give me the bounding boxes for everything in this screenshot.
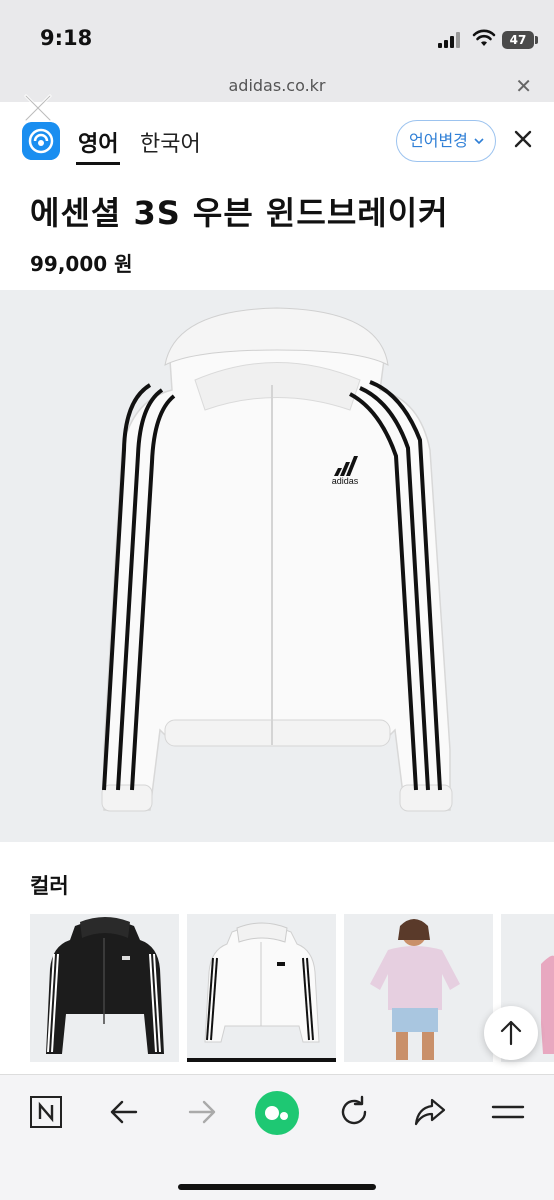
- product-main-image[interactable]: adidas: [0, 290, 554, 842]
- back-arrow-icon[interactable]: [104, 1092, 144, 1132]
- white-jacket-illustration: adidas: [101, 307, 453, 812]
- color-option-black[interactable]: [30, 914, 179, 1062]
- tab-target-language[interactable]: 한국어: [140, 126, 201, 158]
- change-language-button[interactable]: 언어변경: [396, 120, 496, 162]
- product-title: 에센셜 3S 우븐 윈드브레이커: [30, 194, 449, 232]
- cellular-signal-icon: [438, 32, 464, 48]
- translator-logo-icon: [22, 122, 60, 160]
- wifi-icon: [472, 29, 496, 46]
- product-price: 99,000 원: [30, 252, 133, 276]
- url-text[interactable]: adidas.co.kr: [0, 76, 554, 95]
- change-language-label: 언어변경: [409, 131, 468, 150]
- color-option-white[interactable]: [187, 914, 336, 1062]
- pink-jacket-thumbnail: [370, 919, 460, 1060]
- battery-tip: [535, 36, 538, 44]
- black-jacket-thumbnail: [46, 917, 164, 1054]
- status-time: 9:18: [40, 26, 93, 50]
- chevron-down-icon: [474, 138, 484, 145]
- active-tab-indicator: [76, 162, 120, 165]
- home-indicator: [178, 1184, 376, 1190]
- battery-icon: 47: [502, 31, 534, 49]
- naver-n-icon[interactable]: [26, 1092, 66, 1132]
- menu-icon[interactable]: [488, 1092, 528, 1132]
- scroll-to-top-button[interactable]: [484, 1006, 538, 1060]
- adidas-wordmark: adidas: [332, 476, 359, 486]
- url-bar[interactable]: adidas.co.kr ✕: [0, 72, 554, 102]
- color-option-pink[interactable]: [344, 914, 493, 1062]
- tab-source-language[interactable]: 영어: [78, 126, 118, 158]
- refresh-icon[interactable]: [334, 1092, 374, 1132]
- green-dot-icon[interactable]: [254, 1090, 300, 1136]
- white-jacket-thumbnail: [204, 922, 320, 1043]
- dismiss-icon[interactable]: [20, 90, 56, 126]
- arrow-up-icon: [500, 1020, 522, 1046]
- share-icon[interactable]: [410, 1092, 450, 1132]
- forward-arrow-icon[interactable]: [182, 1092, 222, 1132]
- close-translate-icon[interactable]: [512, 128, 534, 150]
- close-tab-icon[interactable]: ✕: [515, 74, 532, 98]
- color-heading: 컬러: [30, 874, 69, 898]
